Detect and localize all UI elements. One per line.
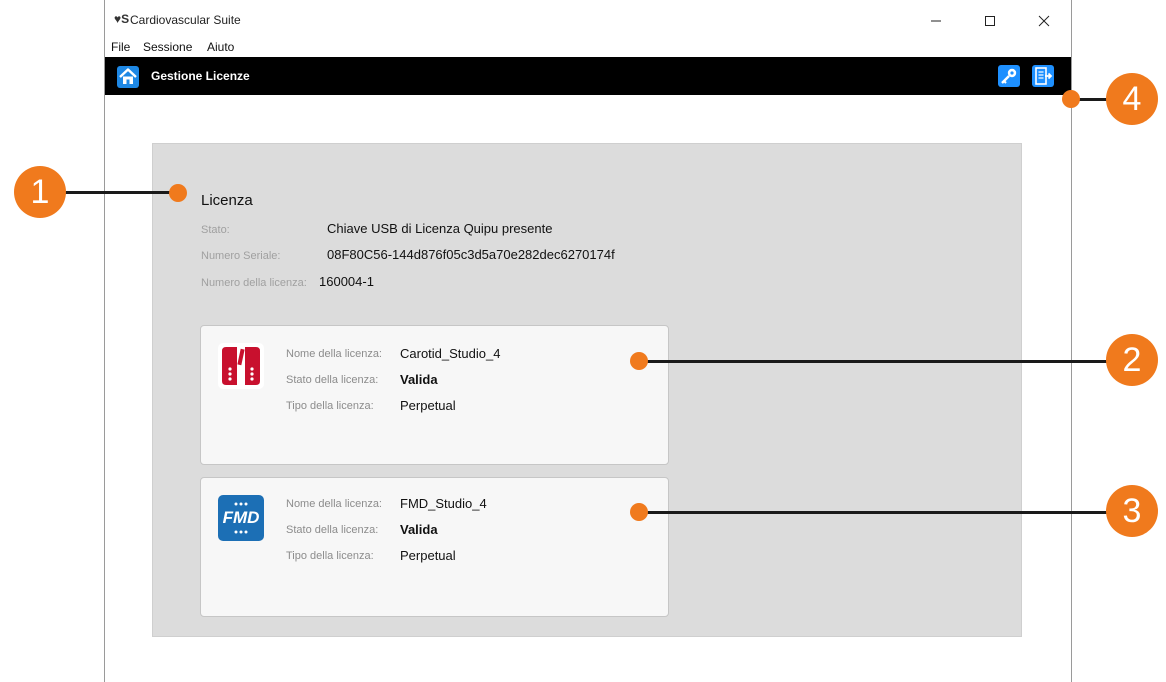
license-card-carotid: Nome della licenza: Carotid_Studio_4 Sta… [200,325,669,465]
page-title: Gestione Licenze [151,69,250,83]
callout-2-line [645,360,1115,363]
status-label: Stato: [201,224,230,236]
menu-aiuto[interactable]: Aiuto [207,40,234,54]
app-header-bar: Gestione Licenze [105,57,1071,95]
close-icon [1038,15,1050,27]
menu-sessione[interactable]: Sessione [143,40,192,54]
app-window: ♥S Cardiovascular Suite File Sessione Ai… [104,0,1072,682]
home-icon [117,66,139,88]
close-button[interactable] [1021,6,1067,36]
license-status-value: Valida [400,522,438,537]
license-number-value: 160004-1 [319,274,374,289]
home-button[interactable] [117,66,139,88]
license-status-value: Valida [400,372,438,387]
title-bar: ♥S Cardiovascular Suite [105,0,1071,40]
menu-file[interactable]: File [111,40,130,54]
carotid-studio-icon [218,343,264,389]
status-value: Chiave USB di Licenza Quipu presente [327,221,553,236]
license-name-value: FMD_Studio_4 [400,496,487,511]
license-type-label: Tipo della licenza: [286,550,374,562]
menu-bar: File Sessione Aiuto [105,40,1071,57]
callout-4-badge: 4 [1106,73,1158,125]
window-title: Cardiovascular Suite [130,13,241,27]
fmd-studio-icon: FMD [218,495,264,541]
license-key-button[interactable] [998,65,1020,87]
fmd-icon-text: FMD [222,508,260,527]
callout-1-badge: 1 [14,166,66,218]
license-card-fmd: FMD Nome della licenza: FMD_Studio_4 Sta… [200,477,669,617]
license-name-value: Carotid_Studio_4 [400,346,501,361]
license-name-label: Nome della licenza: [286,348,382,360]
key-icon [998,65,1020,87]
license-status-label: Stato della licenza: [286,374,379,386]
callout-3-dot [630,503,648,521]
maximize-button[interactable] [967,6,1013,36]
license-type-value: Perpetual [400,398,456,413]
license-name-label: Nome della licenza: [286,498,382,510]
callout-3-badge: 3 [1106,485,1158,537]
callout-3-line [645,511,1115,514]
license-section-title: Licenza [201,192,253,209]
callout-1-dot [169,184,187,202]
license-panel: Licenza Stato: Chiave USB di Licenza Qui… [152,143,1022,637]
license-type-value: Perpetual [400,548,456,563]
callout-4-dot [1062,90,1080,108]
callout-1-line [60,191,180,194]
serial-number-label: Numero Seriale: [201,250,281,262]
minimize-button[interactable] [913,6,959,36]
callout-2-dot [630,352,648,370]
maximize-icon [985,16,995,26]
callout-2-badge: 2 [1106,334,1158,386]
minimize-icon [931,20,941,22]
license-type-label: Tipo della licenza: [286,400,374,412]
serial-number-value: 08F80C56-144d876f05c3d5a70e282dec6270174… [327,247,615,262]
license-number-label: Numero della licenza: [201,277,307,289]
app-logo-icon: ♥S [114,12,130,26]
logout-icon [1032,65,1054,87]
logout-button[interactable] [1032,65,1054,87]
license-status-label: Stato della licenza: [286,524,379,536]
